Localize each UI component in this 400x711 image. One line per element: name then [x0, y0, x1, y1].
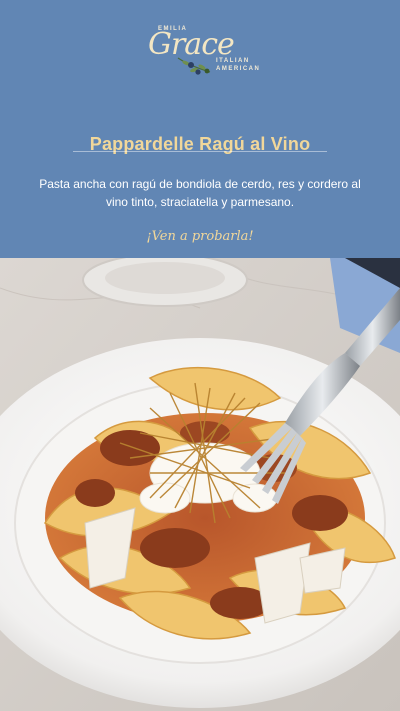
olive-branch-icon: [177, 57, 211, 75]
dish-photo: [0, 258, 400, 711]
brand-line1: ITALIAN: [216, 58, 250, 64]
dish-description: Pasta ancha con ragú de bondiola de cerd…: [39, 177, 361, 209]
header-panel: EMILIA Grace ITALIAN AMERICAN Pappardell…: [0, 0, 400, 258]
brand-logo: EMILIA Grace ITALIAN AMERICAN: [148, 24, 259, 80]
call-to-action: ¡Ven a probarla!: [146, 229, 254, 244]
promo-card: EMILIA Grace ITALIAN AMERICAN Pappardell…: [0, 0, 400, 711]
brand-line2: AMERICAN: [216, 66, 261, 72]
title-divider: [73, 151, 327, 152]
